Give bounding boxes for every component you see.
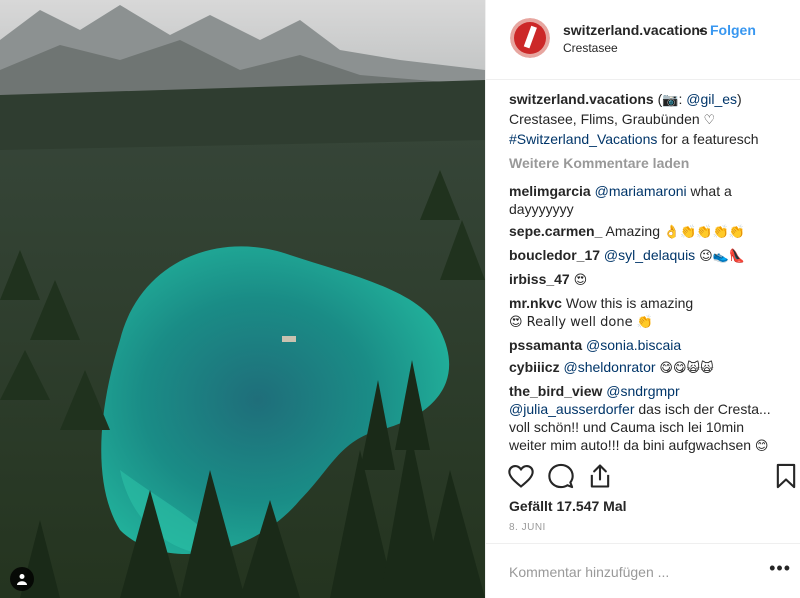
comment-item: sepe.carmen_ Amazing 👌👏👏👏👏 xyxy=(509,222,779,242)
comment-item: boucledor_17 @syl_delaquis 😉👟👠 xyxy=(509,246,779,266)
comment-username[interactable]: mr.nkvc xyxy=(509,295,562,311)
comments-list: switzerland.vacations (📷: @gil_es) Crest… xyxy=(509,90,779,456)
comment-username[interactable]: irbiss_47 xyxy=(509,271,570,287)
lake-forest-image xyxy=(0,0,485,598)
comment-mention[interactable]: @sonia.biscaia xyxy=(586,337,681,353)
share-button[interactable] xyxy=(586,462,614,490)
load-more-comments-button[interactable]: Weitere Kommentare laden xyxy=(509,154,779,172)
comment-icon xyxy=(548,463,574,489)
comment-text: Wow this is amazing xyxy=(561,295,694,311)
comment-mention[interactable]: @sheldonrator xyxy=(563,359,655,375)
location-link[interactable]: Crestasee xyxy=(563,41,618,55)
comment-item: mr.nkvc Wow this is amazing 😍 Really wel… xyxy=(509,294,779,332)
comment-item: cybiiicz @sheldonrator 😋😋🙀🙀 xyxy=(509,358,779,378)
comment-emoji: 👌👏👏👏👏 xyxy=(663,225,745,240)
action-bar xyxy=(486,458,800,494)
likes-count[interactable]: Gefällt 17.547 Mal xyxy=(509,498,627,514)
caption-hashtag[interactable]: #Switzerland_Vacations xyxy=(509,131,657,147)
add-comment-section: Kommentar hinzufügen ... ••• xyxy=(486,543,800,598)
heart-icon xyxy=(508,465,534,488)
post-date[interactable]: 8. JUNI xyxy=(509,522,546,533)
save-button[interactable] xyxy=(772,462,800,490)
caption-text: Crestasee, Flims, Graubünden xyxy=(509,111,700,127)
comment-username[interactable]: sepe.carmen_ xyxy=(509,223,602,239)
tag-people-button[interactable] xyxy=(10,567,34,591)
comment-mention-2[interactable]: @julia_ausserdorfer xyxy=(509,401,635,417)
comment-item: irbiss_47 😍 xyxy=(509,270,779,290)
comment-username[interactable]: pssamanta xyxy=(509,337,582,353)
share-icon xyxy=(590,464,610,488)
comment-username[interactable]: boucledor_17 xyxy=(509,247,600,263)
comment-button[interactable] xyxy=(547,462,575,490)
avatar-image xyxy=(510,18,550,58)
comment-item: the_bird_view @sndrgmpr @julia_ausserdor… xyxy=(509,382,779,456)
comment-emoji: 😍 xyxy=(573,273,588,288)
comment-item: melimgarcia @mariamaroni what a dayyyyyy… xyxy=(509,182,779,218)
comment-username[interactable]: cybiiicz xyxy=(509,359,560,375)
caption-close-paren: ) xyxy=(737,91,742,107)
comment-emoji: 😋😋🙀🙀 xyxy=(659,361,714,376)
post-photo[interactable] xyxy=(0,0,485,598)
comment-item: pssamanta @sonia.biscaia xyxy=(509,336,779,354)
caption-username[interactable]: switzerland.vacations xyxy=(509,91,654,107)
follow-button[interactable]: Folgen xyxy=(710,22,756,38)
post-header: switzerland.vacations • Folgen Crestasee xyxy=(486,0,800,80)
more-options-icon[interactable]: ••• xyxy=(769,558,791,579)
avatar[interactable] xyxy=(510,18,550,58)
caption-credit-mention[interactable]: @gil_es xyxy=(686,91,737,107)
comment-emoji: 😉👟👠 xyxy=(699,249,746,264)
header-separator: • xyxy=(699,22,704,38)
camera-icon: 📷 xyxy=(662,93,679,108)
comment-input[interactable]: Kommentar hinzufügen ... xyxy=(509,564,669,580)
comment-username[interactable]: melimgarcia xyxy=(509,183,591,199)
header-username[interactable]: switzerland.vacations xyxy=(563,22,708,38)
comment-mention[interactable]: @mariamaroni xyxy=(595,183,687,199)
comment-username[interactable]: the_bird_view xyxy=(509,383,602,399)
comment-emoji: 😊 xyxy=(754,439,769,454)
heart-emoji-icon: ♡ xyxy=(703,113,716,128)
comment-emoji: 😍 Really well done 👏 xyxy=(509,315,653,330)
caption-tail: for a featuresch xyxy=(657,131,759,147)
like-button[interactable] xyxy=(507,462,535,490)
bookmark-icon xyxy=(776,463,796,489)
caption: switzerland.vacations (📷: @gil_es) Crest… xyxy=(509,90,779,148)
post-side-panel: switzerland.vacations • Folgen Crestasee… xyxy=(485,0,800,598)
comment-mention[interactable]: @sndrgmpr xyxy=(606,383,679,399)
comment-mention[interactable]: @syl_delaquis xyxy=(604,247,695,263)
comment-text: Amazing xyxy=(602,223,664,239)
person-icon xyxy=(17,574,27,585)
